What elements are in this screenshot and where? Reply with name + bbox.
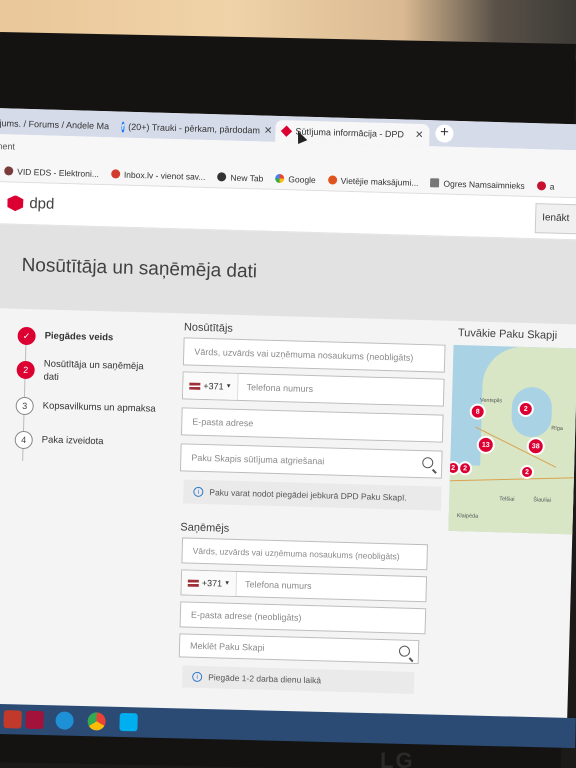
- bookmark-payments[interactable]: Vietējie maksājumi...: [327, 175, 419, 188]
- placeholder: E-pasta adrese (neobligāts): [190, 609, 302, 623]
- receiver-email-field[interactable]: E-pasta adrese (neobligāts): [179, 601, 427, 635]
- app-icon[interactable]: [25, 710, 44, 730]
- logo-text: dpd: [29, 195, 55, 213]
- receiver-phone-field[interactable]: +371 ▼ Telefona numurs: [180, 569, 428, 603]
- chevron-down-icon: ▼: [224, 580, 231, 587]
- tab-label: (20+) Trauki - pērkam, pārdodam: [128, 121, 261, 136]
- step-number: 2: [16, 360, 35, 380]
- info-icon: i: [192, 671, 203, 683]
- app-icon[interactable]: [3, 710, 22, 729]
- placeholder: Vārds, uzvārds vai uzņēmuma nosaukums (n…: [192, 545, 400, 562]
- bookmark-google[interactable]: Google: [275, 173, 316, 185]
- step-4: 4 Paka izveidota: [14, 430, 104, 451]
- dpd-cube-icon: [7, 195, 23, 211]
- receiver-locker-search[interactable]: Meklēt Paku Skapi: [178, 633, 420, 665]
- step-number: 3: [15, 396, 34, 416]
- globe-icon: [217, 172, 227, 182]
- placeholder: Meklēt Paku Skapi: [189, 640, 265, 653]
- red-icon: [536, 181, 546, 191]
- sender-name-field[interactable]: Vārds, uzvārds vai uzņēmuma nosaukums (n…: [182, 337, 446, 373]
- sender-phone-field[interactable]: +371 ▼ Telefona numurs: [181, 371, 445, 407]
- search-icon[interactable]: [422, 457, 434, 469]
- bookmark-vid[interactable]: VID EDS - Elektroni...: [4, 166, 100, 179]
- house-icon: [430, 178, 440, 188]
- mail-icon: [110, 169, 121, 179]
- latvia-flag-icon: [189, 382, 201, 390]
- bookmark-label: New Tab: [230, 172, 264, 184]
- bookmark-new-tab[interactable]: New Tab: [217, 172, 264, 184]
- facebook-icon: f: [121, 121, 125, 133]
- map-label: Rīga: [551, 425, 563, 433]
- bookmark-label: a: [549, 181, 555, 192]
- receiver-info-box: i Piegāde 1-2 darba dienu laikā: [181, 665, 415, 694]
- info-text: Paku varat nodot piegādei jebkurā DPD Pa…: [209, 487, 407, 503]
- info-text: Piegāde 1-2 darba dienu laikā: [208, 672, 322, 686]
- sender-info-box: i Paku varat nodot piegādei jebkurā DPD …: [183, 479, 442, 511]
- receiver-name-field[interactable]: Vārds, uzvārds vai uzņēmuma nosaukums (n…: [181, 537, 428, 571]
- bookmark-a[interactable]: a: [536, 181, 555, 192]
- sender-email-field[interactable]: E-pasta adrese: [180, 407, 444, 443]
- step-3: 3 Kopsavilkums un apmaksa: [15, 396, 156, 419]
- step-label: Paka izveidota: [41, 434, 104, 448]
- chrome-icon[interactable]: [87, 712, 106, 731]
- map-label: Telšiai: [499, 496, 515, 503]
- parcel-locker-map[interactable]: Ventspils Rīga Telšiai Šiauliai Klaipėda…: [448, 344, 576, 535]
- login-button[interactable]: Ienākt: [534, 203, 576, 235]
- bookmark-label: Vietējie maksājumi...: [340, 175, 419, 188]
- page-hero: Nosūtītāja un saņēmēja dati: [0, 223, 576, 325]
- country-code: +371: [201, 577, 223, 589]
- bookmark-label: VID EDS - Elektroni...: [17, 166, 100, 179]
- step-2: 2 Nosūtītāja un saņēmēja dati: [16, 357, 154, 387]
- dpd-favicon-icon: [280, 125, 293, 137]
- browser-screen: jums. / Forums / Andele Ma ✕ f (20+) Tra…: [0, 108, 576, 735]
- edge-icon[interactable]: [55, 711, 74, 730]
- step-1: ✓ Piegādes veids: [17, 326, 114, 348]
- step-label: Piegādes veids: [44, 330, 114, 344]
- page-title: Nosūtītāja un saņēmēja dati: [21, 254, 258, 283]
- monitor-brand-logo: LG: [380, 748, 415, 768]
- payments-icon: [327, 175, 337, 185]
- photo-frame: jums. / Forums / Andele Ma ✕ f (20+) Tra…: [0, 0, 576, 768]
- address-text: ment: [0, 141, 16, 152]
- tab-forums[interactable]: jums. / Forums / Andele Ma ✕: [0, 112, 112, 137]
- placeholder: Telefona numurs: [244, 579, 312, 592]
- info-icon: i: [193, 486, 204, 497]
- bookmark-inbox[interactable]: Inbox.lv - vienot sav...: [110, 169, 206, 182]
- tab-label: jums. / Forums / Andele Ma: [0, 118, 110, 132]
- receiver-heading: Saņēmējs: [180, 521, 230, 535]
- new-tab-button[interactable]: +: [435, 123, 454, 143]
- bookmark-label: Ogres Namsaimnieks: [443, 178, 525, 191]
- placeholder: Telefona numurs: [246, 382, 314, 395]
- vid-icon: [4, 166, 14, 176]
- chevron-down-icon: ▼: [225, 383, 232, 390]
- close-icon[interactable]: ✕: [260, 125, 272, 136]
- step-label: Nosūtītāja un saņēmēja dati: [43, 358, 144, 383]
- sender-locker-search[interactable]: Paku Skapis sūtījuma atgriešanai: [179, 443, 443, 479]
- map-title: Tuvākie Paku Skapji: [457, 327, 558, 342]
- placeholder: Vārds, uzvārds vai uzņēmuma nosaukums (n…: [194, 346, 414, 363]
- country-code-select[interactable]: +371 ▼: [182, 372, 239, 400]
- google-icon: [275, 173, 285, 184]
- bookmark-label: Inbox.lv - vienot sav...: [123, 169, 206, 182]
- placeholder: Paku Skapis sūtījuma atgriešanai: [191, 452, 325, 467]
- latvia-flag-icon: [187, 579, 199, 587]
- tab-label: Sūtījuma informācija - DPD: [295, 126, 405, 140]
- bookmark-ogres[interactable]: Ogres Namsaimnieks: [430, 178, 525, 191]
- step-label: Kopsavilkums un apmaksa: [42, 400, 156, 415]
- dpd-logo[interactable]: dpd: [7, 194, 55, 213]
- bookmark-label: Google: [288, 173, 316, 185]
- map-label: Ventspils: [479, 397, 503, 405]
- sender-heading: Nosūtītājs: [183, 321, 234, 335]
- close-icon[interactable]: ✕: [411, 129, 424, 140]
- map-label: Šiauliai: [533, 497, 552, 504]
- search-icon[interactable]: [398, 645, 411, 657]
- placeholder: E-pasta adrese: [192, 416, 254, 429]
- country-code: +371: [203, 380, 224, 392]
- check-icon: ✓: [17, 326, 36, 346]
- skype-icon[interactable]: [119, 712, 138, 732]
- close-icon[interactable]: ✕: [109, 121, 112, 132]
- step-number: 4: [14, 430, 33, 450]
- map-label: Klaipėda: [456, 513, 479, 520]
- country-code-select[interactable]: +371 ▼: [181, 570, 238, 596]
